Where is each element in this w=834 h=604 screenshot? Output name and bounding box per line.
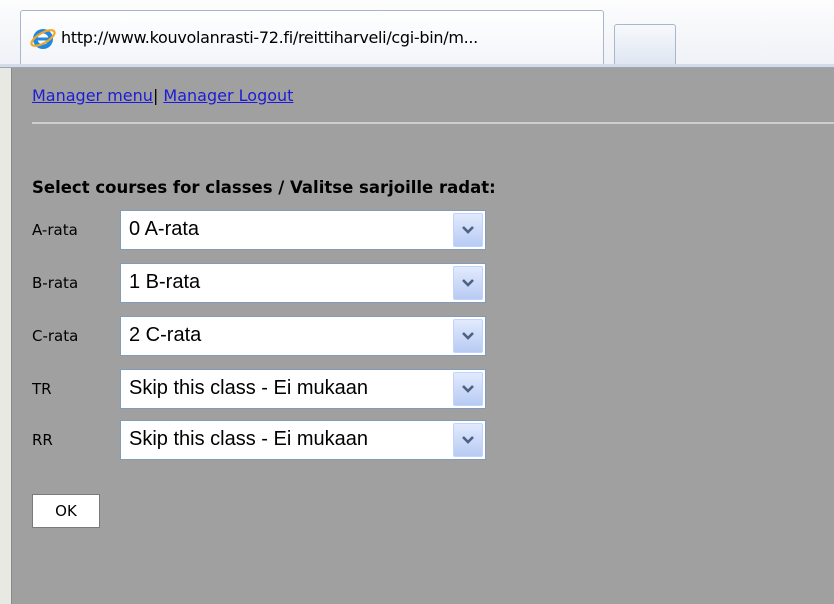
page-content: Manager menu| Manager Logout Select cour…: [12, 68, 834, 604]
horizontal-rule: [32, 122, 834, 124]
chevron-down-icon[interactable]: [453, 423, 483, 457]
manager-menu-link[interactable]: Manager menu: [32, 86, 153, 105]
new-tab-button[interactable]: [614, 24, 676, 64]
nav-separator: |: [152, 86, 159, 105]
class-label: TR: [32, 380, 52, 398]
course-row-rr: RR Skip this class - Ei mukaan: [32, 418, 486, 462]
class-label: C-rata: [32, 327, 79, 345]
chevron-down-icon[interactable]: [453, 213, 483, 247]
select-value: 2 C-rata: [129, 324, 202, 346]
chevron-down-icon[interactable]: [453, 266, 483, 300]
course-select-c-rata[interactable]: 2 C-rata: [120, 316, 486, 356]
tab-title: http://www.kouvolanrasti-72.fi/reittihar…: [61, 28, 478, 47]
class-label: B-rata: [32, 274, 79, 292]
manager-nav: Manager menu| Manager Logout: [32, 86, 293, 105]
chevron-down-icon[interactable]: [453, 319, 483, 353]
select-value: Skip this class - Ei mukaan: [129, 377, 368, 399]
chevron-down-icon[interactable]: [453, 372, 483, 406]
class-label: A-rata: [32, 221, 78, 239]
course-row-a-rata: A-rata 0 A-rata: [32, 208, 486, 252]
manager-logout-link[interactable]: Manager Logout: [163, 86, 293, 105]
select-value: 0 A-rata: [129, 218, 200, 240]
course-row-c-rata: C-rata 2 C-rata: [32, 314, 486, 358]
course-select-rr[interactable]: Skip this class - Ei mukaan: [120, 420, 486, 460]
browser-tab-strip: http://www.kouvolanrasti-72.fi/reittihar…: [0, 0, 834, 68]
select-value: Skip this class - Ei mukaan: [129, 428, 368, 450]
course-select-b-rata[interactable]: 1 B-rata: [120, 263, 486, 303]
form-heading: Select courses for classes / Valitse sar…: [32, 178, 496, 197]
window-left-border: [0, 68, 12, 604]
internet-explorer-icon: [30, 28, 56, 49]
course-row-b-rata: B-rata 1 B-rata: [32, 261, 486, 305]
ok-button[interactable]: OK: [32, 494, 100, 528]
course-select-tr[interactable]: Skip this class - Ei mukaan: [120, 369, 486, 409]
browser-tab-active[interactable]: http://www.kouvolanrasti-72.fi/reittihar…: [20, 10, 604, 64]
select-value: 1 B-rata: [129, 271, 201, 293]
course-row-tr: TR Skip this class - Ei mukaan: [32, 367, 486, 411]
class-label: RR: [32, 431, 53, 449]
course-select-a-rata[interactable]: 0 A-rata: [120, 210, 486, 250]
